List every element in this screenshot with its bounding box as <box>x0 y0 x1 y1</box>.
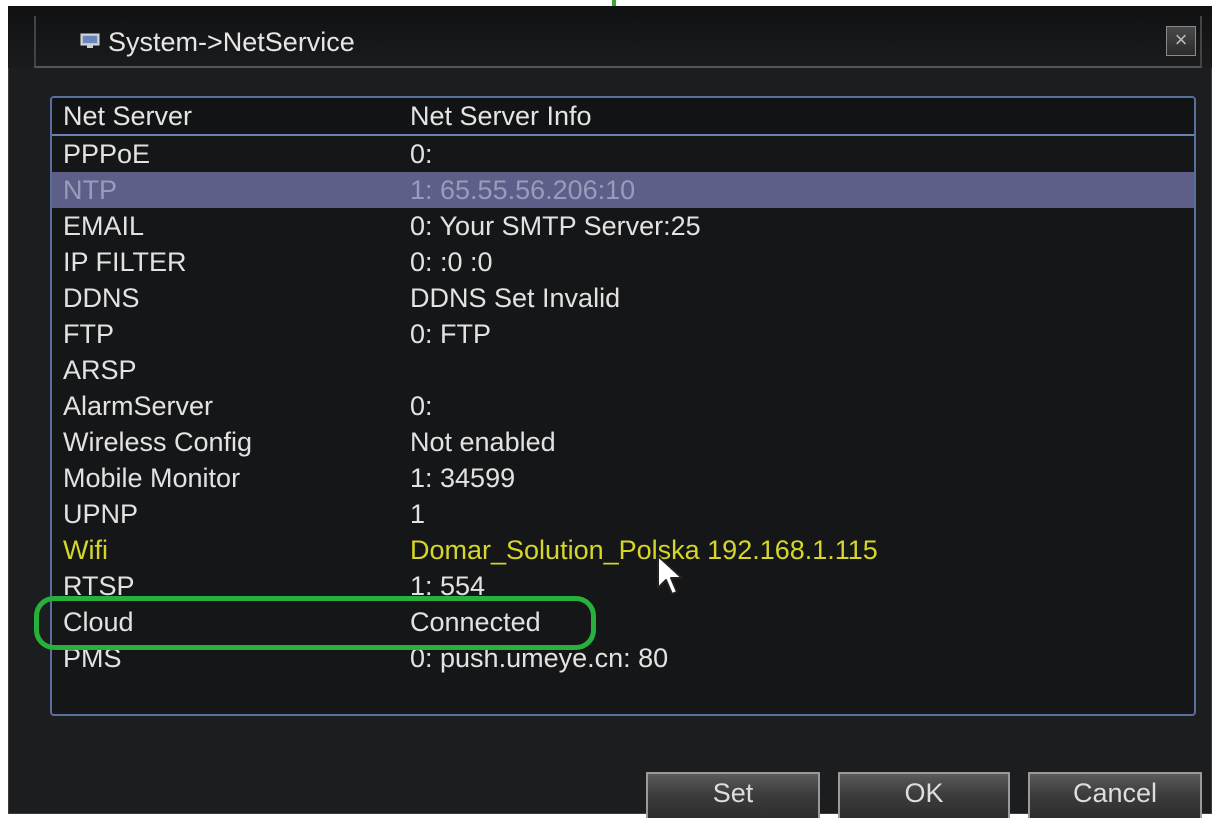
list-row-ddns[interactable]: DDNS DDNS Set Invalid <box>52 280 1194 316</box>
row-server-info: Connected <box>410 607 541 637</box>
list-row-email[interactable]: EMAIL 0: Your SMTP Server:25 <box>52 208 1194 244</box>
row-server-name: PMS <box>63 643 122 673</box>
row-server-info: Domar_Solution_Polska 192.168.1.115 <box>410 535 878 565</box>
ok-button[interactable]: OK <box>838 772 1010 818</box>
row-server-name: Mobile Monitor <box>63 463 241 493</box>
row-server-name: UPNP <box>63 499 139 529</box>
dialog-title: System->NetService <box>108 27 355 57</box>
row-server-name: RTSP <box>63 571 135 601</box>
list-row-arsp[interactable]: ARSP <box>52 352 1194 388</box>
row-server-name: FTP <box>63 319 114 349</box>
column-header-net-server: Net Server <box>63 101 193 131</box>
mouse-pointer-icon <box>657 555 683 595</box>
list-row-pms[interactable]: PMS 0: push.umeye.cn: 80 <box>52 640 1194 676</box>
row-server-info: 0: push.umeye.cn: 80 <box>410 643 669 673</box>
row-server-info: 0: FTP <box>410 319 492 349</box>
row-server-name: IP FILTER <box>63 247 187 277</box>
column-header-net-server-info: Net Server Info <box>410 101 592 131</box>
monitor-icon <box>80 33 100 48</box>
list-row-ip-filter[interactable]: IP FILTER 0: :0 :0 <box>52 244 1194 280</box>
row-server-name: PPPoE <box>63 139 151 169</box>
row-server-info: 0: <box>410 391 433 421</box>
row-server-name: Wifi <box>63 535 108 565</box>
net-service-list: Net Server Net Server Info PPPoE 0: NTP … <box>50 96 1196 716</box>
list-row-mobile-monitor[interactable]: Mobile Monitor 1: 34599 <box>52 460 1194 496</box>
row-server-info: 1 <box>410 499 426 529</box>
close-icon: × <box>1174 27 1188 52</box>
cancel-button[interactable]: Cancel <box>1028 772 1202 818</box>
row-server-name: AlarmServer <box>63 391 214 421</box>
row-server-name: DDNS <box>63 283 140 313</box>
row-server-info: 0: Your SMTP Server:25 <box>410 211 701 241</box>
list-row-upnp[interactable]: UPNP 1 <box>52 496 1194 532</box>
row-server-name: EMAIL <box>63 211 145 241</box>
list-row-rtsp[interactable]: RTSP 1: 554 <box>52 568 1194 604</box>
list-row-ftp[interactable]: FTP 0: FTP <box>52 316 1194 352</box>
row-server-info: 1: 554 <box>410 571 486 601</box>
row-server-info: Not enabled <box>410 427 556 457</box>
row-server-info: 0: <box>410 139 433 169</box>
list-row-alarmserver[interactable]: AlarmServer 0: <box>52 388 1194 424</box>
close-button[interactable]: × <box>1166 26 1196 56</box>
row-server-name: ARSP <box>63 355 137 385</box>
row-server-info: 1: 34599 <box>410 463 516 493</box>
row-server-info: 1: 65.55.56.206:10 <box>410 175 636 205</box>
row-server-name: Wireless Config <box>63 427 253 457</box>
row-server-info: DDNS Set Invalid <box>410 283 621 313</box>
row-server-name: NTP <box>63 175 117 205</box>
list-row-ntp[interactable]: NTP 1: 65.55.56.206:10 <box>52 172 1194 208</box>
list-row-wifi[interactable]: Wifi Domar_Solution_Polska 192.168.1.115 <box>52 532 1194 568</box>
netservice-dialog: System->NetService × Net Server Net Serv… <box>8 6 1212 818</box>
set-button[interactable]: Set <box>646 772 820 818</box>
list-row-pppoe[interactable]: PPPoE 0: <box>52 136 1194 172</box>
list-row-wireless-config[interactable]: Wireless Config Not enabled <box>52 424 1194 460</box>
row-server-info: 0: :0 :0 <box>410 247 493 277</box>
row-server-name: Cloud <box>63 607 134 637</box>
list-header: Net Server Net Server Info <box>52 98 1194 136</box>
list-row-cloud[interactable]: Cloud Connected <box>52 604 1194 640</box>
